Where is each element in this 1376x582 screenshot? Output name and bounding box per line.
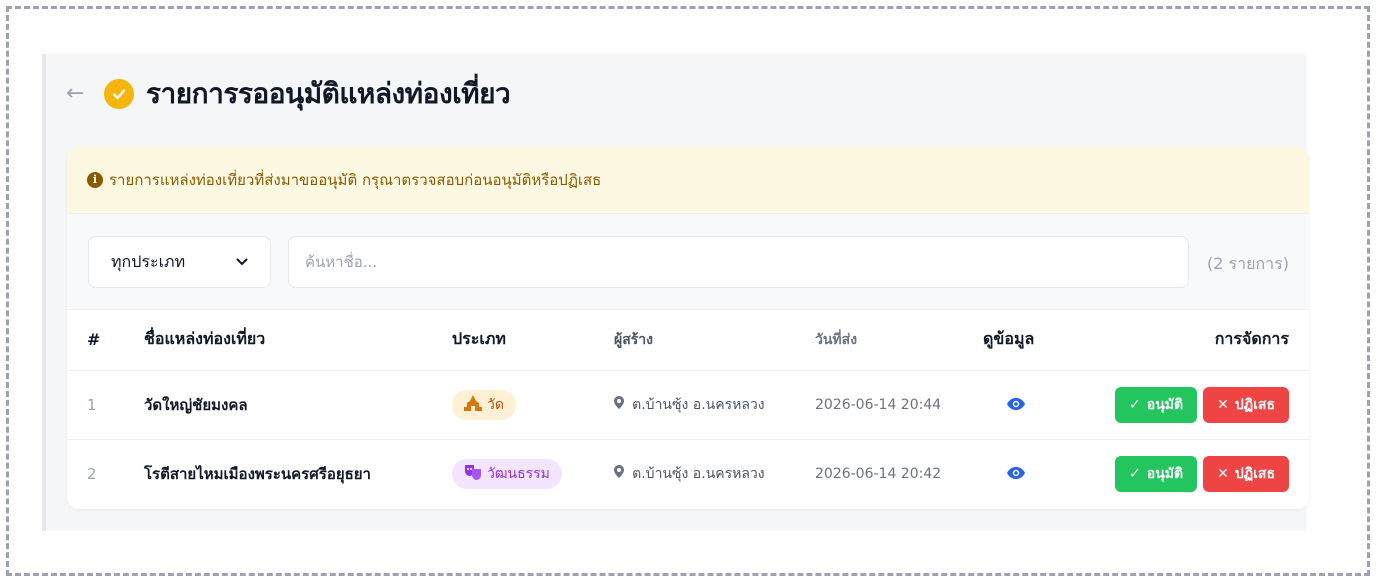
result-count: (2 รายการ) [1207,254,1289,273]
col-header-type: ประเภท [452,310,614,371]
eye-icon[interactable] [1007,465,1025,483]
creator-cell: ต.บ้านซุ้ง อ.นครหลวง [614,439,815,508]
col-header-num: # [67,310,144,371]
row-number: 1 [67,370,144,440]
eye-icon[interactable] [1007,396,1025,414]
submit-date: 2026-06-14 20:44 [815,370,983,440]
reject-button[interactable]: ✕ ปฏิเสธ [1203,455,1289,492]
info-notice: i รายการแหล่งท่องเที่ยวที่ส่งมาขออนุมัติ… [67,146,1309,214]
creator-cell: ต.บ้านซุ้ง อ.นครหลวง [614,370,815,440]
check-icon: ✓ [1129,396,1141,413]
col-header-date: วันที่ส่ง [815,310,983,371]
actions-cell: ✓ อนุมัติ ✕ ปฏิเสธ [1093,439,1309,508]
check-circle-icon [104,79,134,109]
theater-masks-icon [464,464,482,484]
creator-location: ต.บ้านซุ้ง อ.นครหลวง [632,465,765,482]
map-pin-icon [614,395,628,413]
type-badge: วัฒนธรรม [452,458,562,489]
search-input[interactable] [288,236,1189,288]
approve-button[interactable]: ✓ อนุมัติ [1115,455,1198,492]
col-header-view: ดูข้อมูล [983,310,1093,371]
actions-cell: ✓ อนุมัติ ✕ ปฏิเสธ [1093,370,1309,440]
submit-date: 2026-06-14 20:42 [815,465,942,482]
type-cell: วัด [452,370,614,440]
page-title: รายการรออนุมัติแหล่งท่องเที่ยว [146,77,511,110]
approval-table: # ชื่อแหล่งท่องเที่ยว ประเภท ผู้สร้าง วั… [67,310,1309,508]
approve-label: อนุมัติ [1146,465,1184,482]
type-label: วัฒนธรรม [487,465,550,482]
filter-bar: ทุกประเภท (2 รายการ) [67,214,1309,310]
row-number: 2 [87,464,97,483]
panel-divider [42,54,46,531]
col-header-name: ชื่อแหล่งท่องเที่ยว [144,310,452,371]
back-arrow-icon[interactable]: ← [66,83,90,105]
table-header-row: # ชื่อแหล่งท่องเที่ยว ประเภท ผู้สร้าง วั… [67,310,1309,371]
reject-label: ปฏิเสธ [1234,465,1275,482]
page-header: ← รายการรออนุมัติแหล่งท่องเที่ยว [66,74,511,114]
table-row: 2 โรตีสายไหมเมืองพระนครศรีอยุธยา วัฒนธรร… [67,439,1309,508]
table-row: 1 วัดใหญ่ชัยมงคล วัด ต.บ้านซุ้ง อ.นครหลว… [67,370,1309,440]
close-icon: ✕ [1217,396,1229,413]
place-name: วัดใหญ่ชัยมงคล [144,370,452,440]
view-cell [983,439,1093,508]
view-cell [983,370,1093,440]
notice-text: รายการแหล่งท่องเที่ยวที่ส่งมาขออนุมัติ ก… [109,170,602,189]
reject-button[interactable]: ✕ ปฏิเสธ [1203,386,1289,423]
col-header-creator: ผู้สร้าง [614,310,815,371]
type-cell: วัฒนธรรม [452,439,614,508]
map-pin-icon [614,464,628,482]
type-badge: วัด [452,389,516,420]
reject-label: ปฏิเสธ [1234,396,1275,413]
chevron-down-icon [236,255,248,269]
approval-card: i รายการแหล่งท่องเที่ยวที่ส่งมาขออนุมัติ… [67,146,1309,509]
info-icon: i [87,171,103,188]
check-icon: ✓ [1129,465,1141,482]
type-label: วัด [487,396,504,413]
col-header-actions: การจัดการ [1093,310,1309,371]
close-icon: ✕ [1217,465,1229,482]
approve-button[interactable]: ✓ อนุมัติ [1115,386,1198,423]
place-name: โรตีสายไหมเมืองพระนครศรีอยุธยา [144,464,371,483]
type-filter-value: ทุกประเภท [111,251,186,271]
temple-icon [464,394,482,415]
approve-label: อนุมัติ [1146,396,1184,413]
creator-location: ต.บ้านซุ้ง อ.นครหลวง [632,396,765,413]
type-filter-select[interactable]: ทุกประเภท [88,236,271,288]
